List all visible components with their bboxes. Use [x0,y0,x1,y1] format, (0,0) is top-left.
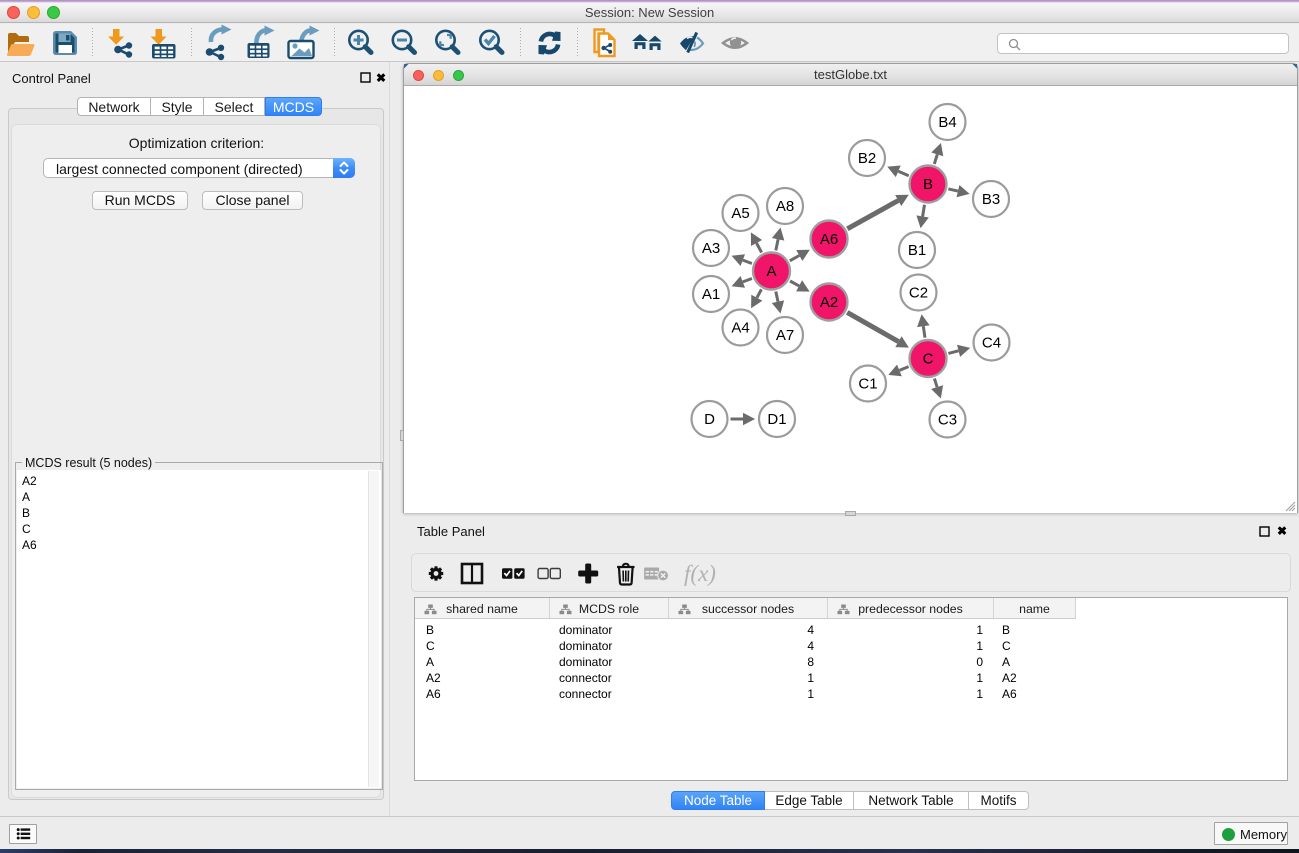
svg-text:C1: C1 [858,376,877,393]
svg-text:C2: C2 [909,285,928,302]
svg-text:B1: B1 [908,242,926,259]
svg-text:B3: B3 [982,191,1000,208]
svg-text:C: C [923,351,934,368]
svg-text:B2: B2 [858,150,876,167]
svg-text:D1: D1 [767,411,786,428]
svg-text:A6: A6 [820,231,838,248]
svg-text:f(x): f(x) [684,561,716,586]
svg-text:D: D [704,411,715,428]
svg-text:A8: A8 [776,198,794,215]
svg-text:A7: A7 [776,327,794,344]
svg-text:C3: C3 [938,412,957,429]
svg-text:B: B [923,176,933,193]
svg-text:A5: A5 [731,205,749,222]
svg-text:A3: A3 [702,240,720,257]
svg-text:C4: C4 [982,335,1001,352]
svg-text:A1: A1 [702,286,720,303]
svg-text:A2: A2 [820,294,838,311]
svg-text:A4: A4 [731,320,749,337]
svg-text:A: A [766,263,776,280]
svg-text:B4: B4 [938,114,956,131]
